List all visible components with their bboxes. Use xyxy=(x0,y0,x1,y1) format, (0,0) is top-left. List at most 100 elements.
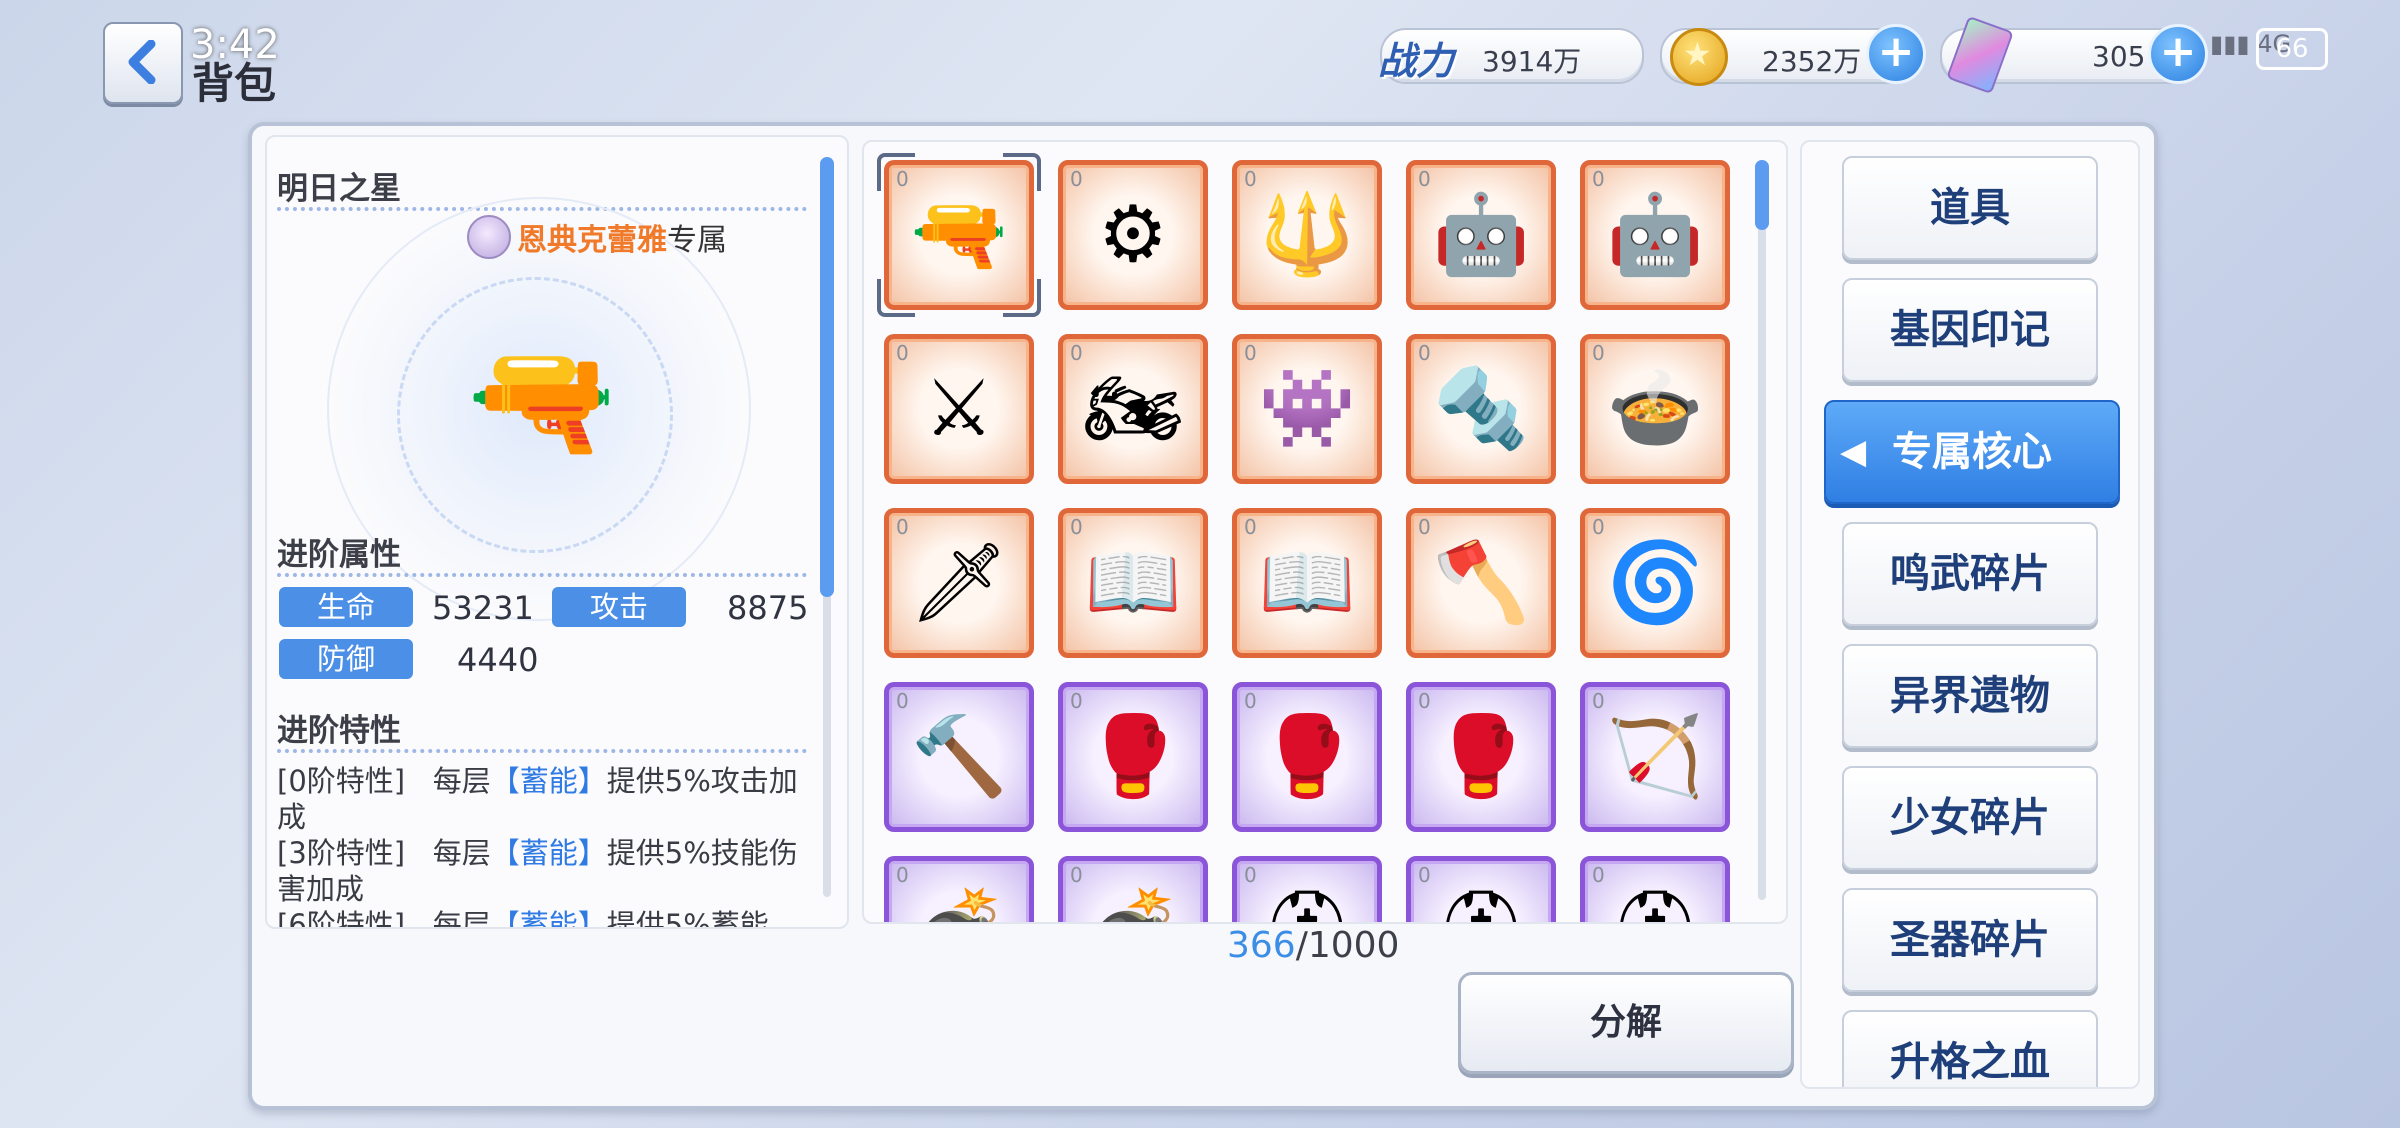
item-grid: 0 🔫 0 ⚙ 0 🔱 0 🤖 0 🤖 0 ⚔ 0 🏍 0 👾 0 🔩 0 🍲 0 🗡 0 📖 0 📖 0 🪓 0 🌀 0 🔨 0 🥊 0 🥊 0 🥊 0 🏹… xyxy=(864,142,1764,922)
inventory-item[interactable]: 0 📖 xyxy=(1058,508,1208,658)
inventory-item[interactable]: 0 👾 xyxy=(1232,334,1382,484)
swords-icon: ⚔ xyxy=(924,364,994,454)
inventory-max: /1000 xyxy=(1295,925,1400,966)
mech-gauntlet-icon: 🤖 xyxy=(1432,190,1530,280)
inventory-item[interactable]: 0 🤖 xyxy=(1406,160,1556,310)
spear-icon: 🔱 xyxy=(1258,190,1356,280)
decompose-button[interactable]: 分解 xyxy=(1458,972,1794,1074)
inventory-item[interactable]: 0 🏹 xyxy=(1580,682,1730,832)
inventory-item[interactable]: 0 🥊 xyxy=(1406,682,1556,832)
stat-value-def: 4440 xyxy=(457,641,539,679)
inventory-grid: 0 🔫 0 ⚙ 0 🔱 0 🤖 0 🤖 0 ⚔ 0 🏍 0 👾 0 🔩 0 🍲 0 🗡 0 📖 0 📖 0 🪓 0 🌀 0 🔨 0 🥊 0 🥊 0 🥊 0 🏹… xyxy=(862,140,1788,924)
mech-gauntlet-icon: 🤖 xyxy=(1606,190,1704,280)
add-gem-button[interactable]: + xyxy=(2148,24,2208,84)
gauntlet-icon: 🥊 xyxy=(1432,712,1530,802)
inventory-item[interactable]: 0 🔫 xyxy=(877,153,1041,317)
gauntlet-icon: 🥊 xyxy=(1084,712,1182,802)
motorcycle-icon: 🏍 xyxy=(1083,364,1183,454)
trait-keyword[interactable]: 【蓄能】 xyxy=(491,836,607,870)
category-tab[interactable]: 基因印记 xyxy=(1842,278,2098,382)
inventory-item[interactable]: 0⛑ xyxy=(1580,856,1730,922)
add-gold-button[interactable]: + xyxy=(1866,24,1926,84)
gauntlet-icon: 🥊 xyxy=(1258,712,1356,802)
inventory-item[interactable]: 0 🔨 xyxy=(884,682,1034,832)
hammer-icon: 🔨 xyxy=(910,712,1008,802)
trait-keyword[interactable]: 【蓄能】 xyxy=(491,908,607,927)
inventory-item[interactable]: 0💣 xyxy=(884,856,1034,922)
claws-icon: 🗡 xyxy=(909,538,1009,628)
category-label: 异界遗物 xyxy=(1890,673,2050,719)
category-label: 升格之血 xyxy=(1890,1039,2050,1085)
category-tab[interactable]: 异界遗物 xyxy=(1842,644,2098,748)
inventory-item[interactable]: 0 🪓 xyxy=(1406,508,1556,658)
bomb-icon: 💣 xyxy=(1063,861,1203,922)
gatling-icon: 🔩 xyxy=(1432,364,1530,454)
owner-tag: 恩典克蕾雅 专属 xyxy=(467,215,727,259)
trait-3: [3阶特性] 每层【蓄能】提供5%技能伤害加成 xyxy=(277,835,807,907)
trait-0: [0阶特性] 每层【蓄能】提供5%攻击加成 xyxy=(277,763,807,835)
gem-icon xyxy=(1946,15,2014,95)
trait-6: [6阶特性] 每层【蓄能】提供5%蓄能 xyxy=(277,907,807,929)
item-detail-panel: 明日之星 恩典克蕾雅 专属 🔫 进阶属性 生命 53231 攻击 8875 防御… xyxy=(265,135,849,929)
back-button[interactable] xyxy=(103,22,183,104)
power-badge-icon: 战力 xyxy=(1378,26,1462,84)
trait-prefix: [3阶特性] xyxy=(277,836,406,870)
inventory-item[interactable]: 0 🏍 xyxy=(1058,334,1208,484)
inventory-item[interactable]: 0 ⚔ xyxy=(884,334,1034,484)
category-tab[interactable]: 道具 xyxy=(1842,156,2098,260)
inventory-item[interactable]: 0 📖 xyxy=(1232,508,1382,658)
stat-value-atk: 8875 xyxy=(727,589,809,627)
selection-corner xyxy=(877,153,915,191)
category-tab[interactable]: 升格之血 xyxy=(1842,1010,2098,1087)
chevron-left-icon: ◀ xyxy=(1840,432,1867,472)
trait-post: 提供5%蓄能 xyxy=(606,908,769,929)
battery-icon: 66 xyxy=(2256,28,2328,70)
inventory-item[interactable]: 0⛑ xyxy=(1232,856,1382,922)
pistol-icon: 🔫 xyxy=(467,332,617,471)
trait-keyword[interactable]: 【蓄能】 xyxy=(491,764,607,798)
category-tab[interactable]: 圣器碎片 xyxy=(1842,888,2098,992)
inventory-item[interactable]: 0 🔩 xyxy=(1406,334,1556,484)
inventory-item[interactable]: 0 🥊 xyxy=(1232,682,1382,832)
inventory-item[interactable]: 0 ⚙ xyxy=(1058,160,1208,310)
selection-corner xyxy=(877,279,915,317)
book-icon: 📖 xyxy=(1084,538,1182,628)
category-label: 专属核心 xyxy=(1892,429,2052,475)
inventory-item[interactable]: 0 🤖 xyxy=(1580,160,1730,310)
inventory-item[interactable]: 0 🍲 xyxy=(1580,334,1730,484)
power-label: 战力 xyxy=(1378,39,1455,83)
category-tab[interactable]: ◀ 专属核心 xyxy=(1824,400,2120,504)
category-list: 道具基因印记 ◀ 专属核心鸣武碎片异界遗物少女碎片圣器碎片升格之血 xyxy=(1802,142,2138,1087)
monster-icon: 👾 xyxy=(1258,364,1356,454)
page-title: 背包 xyxy=(192,59,277,108)
inventory-item[interactable]: 0 🗡 xyxy=(884,508,1034,658)
category-tab[interactable]: 少女碎片 xyxy=(1842,766,2098,870)
divider xyxy=(277,749,807,753)
grid-scroll-thumb[interactable] xyxy=(1755,160,1769,230)
helmet-icon: ⛑ xyxy=(1585,861,1725,922)
gem-value: 305 xyxy=(2092,40,2146,73)
traits-title: 进阶特性 xyxy=(277,713,401,749)
category-panel: 道具基因印记 ◀ 专属核心鸣武碎片异界遗物少女碎片圣器碎片升格之血 xyxy=(1800,140,2140,1089)
inventory-item[interactable]: 0 🔱 xyxy=(1232,160,1382,310)
axe-icon: 🪓 xyxy=(1432,538,1530,628)
detail-scroll-thumb[interactable] xyxy=(820,157,834,597)
chevron-left-icon xyxy=(128,40,156,84)
category-label: 鸣武碎片 xyxy=(1890,551,2050,597)
owner-suffix: 专属 xyxy=(667,223,727,258)
grid-scrollbar[interactable] xyxy=(1758,160,1766,900)
inventory-item[interactable]: 0💣 xyxy=(1058,856,1208,922)
trait-prefix: [6阶特性] xyxy=(277,908,406,929)
stat-label-atk: 攻击 xyxy=(552,587,686,627)
owner-avatar xyxy=(467,215,511,259)
book-icon: 📖 xyxy=(1258,538,1356,628)
divider xyxy=(277,573,807,577)
selection-corner xyxy=(1003,279,1041,317)
inventory-item[interactable]: 0 🥊 xyxy=(1058,682,1208,832)
category-label: 圣器碎片 xyxy=(1890,917,2050,963)
inventory-count: 366/1000 xyxy=(1227,925,1399,966)
category-tab[interactable]: 鸣武碎片 xyxy=(1842,522,2098,626)
trait-pre: 每层 xyxy=(432,908,491,929)
inventory-item[interactable]: 0⛑ xyxy=(1406,856,1556,922)
inventory-item[interactable]: 0 🌀 xyxy=(1580,508,1730,658)
